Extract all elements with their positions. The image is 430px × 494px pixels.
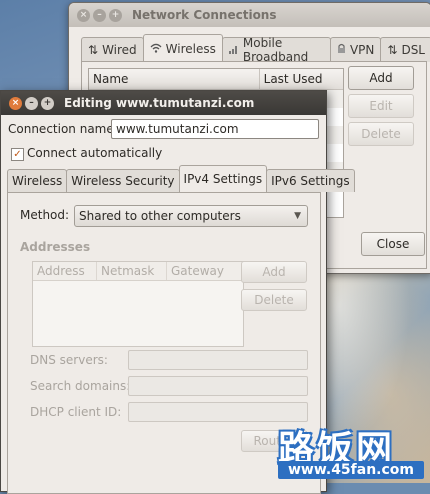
tab-wired[interactable]: ⇅ Wired xyxy=(81,37,144,62)
close-button[interactable]: Close xyxy=(361,232,425,256)
method-label: Method: xyxy=(20,208,70,222)
list-header: Name Last Used xyxy=(89,69,343,90)
tab-label: DSL xyxy=(401,43,425,57)
dsl-icon: ⇅ xyxy=(387,43,398,57)
dns-servers-label: DNS servers: xyxy=(30,353,108,367)
search-domains-field[interactable] xyxy=(128,376,308,396)
edit-connection-button[interactable]: Edit xyxy=(348,94,414,118)
site-watermark: 路饭网 www.45fan.com xyxy=(270,420,430,483)
tab-dsl[interactable]: ⇅ DSL xyxy=(380,37,430,62)
method-select[interactable]: Shared to other computers ▼ xyxy=(74,205,308,227)
column-gateway: Gateway xyxy=(171,264,225,278)
connect-automatically-label: Connect automatically xyxy=(27,146,163,160)
close-icon[interactable]: × xyxy=(9,96,22,110)
column-address: Address xyxy=(33,262,97,280)
addresses-table[interactable]: Address Netmask Gateway xyxy=(32,261,244,347)
column-name[interactable]: Name xyxy=(89,69,260,89)
tab-vpn[interactable]: VPN xyxy=(329,37,382,62)
tab-wireless-security[interactable]: Wireless Security xyxy=(66,169,180,192)
search-domains-label: Search domains: xyxy=(30,379,131,393)
window-title: Network Connections xyxy=(132,8,277,22)
column-last-used[interactable]: Last Used xyxy=(260,69,343,89)
tab-wireless[interactable]: Wireless xyxy=(142,34,223,62)
chevron-down-icon: ▼ xyxy=(294,211,301,221)
maximize-icon[interactable]: + xyxy=(109,8,122,22)
wifi-icon xyxy=(150,42,162,56)
add-connection-button[interactable]: Add xyxy=(348,66,414,90)
tab-label: Wired xyxy=(102,43,137,57)
tab-wireless[interactable]: Wireless xyxy=(7,169,68,192)
maximize-icon[interactable]: + xyxy=(41,96,54,110)
minimize-icon[interactable]: – xyxy=(93,8,106,22)
addresses-label: Addresses xyxy=(20,240,91,254)
method-value: Shared to other computers xyxy=(79,209,241,223)
tab-label: Wireless xyxy=(165,41,216,56)
delete-address-button[interactable]: Delete xyxy=(241,289,307,311)
editing-titlebar[interactable]: × – + Editing www.tumutanzi.com xyxy=(1,91,326,115)
close-icon[interactable]: × xyxy=(77,8,90,22)
wired-icon: ⇅ xyxy=(88,43,99,57)
settings-tabs: Wireless Wireless Security IPv4 Settings… xyxy=(7,165,355,192)
column-netmask: Netmask xyxy=(97,262,167,280)
addresses-header: Address Netmask Gateway xyxy=(33,262,243,281)
watermark-url: www.45fan.com xyxy=(278,461,424,479)
connection-name-label: Connection name: xyxy=(8,122,118,136)
connection-name-field[interactable]: www.tumutanzi.com xyxy=(111,119,319,139)
tab-mobile-broadband[interactable]: Mobile Broadband xyxy=(221,36,331,64)
signal-bars-icon xyxy=(228,43,239,57)
tab-ipv4-settings[interactable]: IPv4 Settings xyxy=(178,165,268,192)
delete-connection-button[interactable]: Delete xyxy=(348,122,414,146)
dhcp-client-id-field[interactable] xyxy=(128,402,308,422)
connection-type-tabs: ⇅ Wired Wireless Mobile Broadband VPN ⇅ … xyxy=(81,34,430,64)
connect-automatically-checkbox[interactable]: ✓ xyxy=(11,148,24,161)
lock-icon xyxy=(337,43,346,57)
tab-label: VPN xyxy=(349,43,375,57)
add-address-button[interactable]: Add xyxy=(241,261,307,283)
dns-servers-field[interactable] xyxy=(128,350,308,370)
tab-label: Mobile Broadband xyxy=(242,36,309,64)
tab-ipv6-settings[interactable]: IPv6 Settings xyxy=(266,169,355,192)
dhcp-client-id-label: DHCP client ID: xyxy=(30,405,122,419)
dialog-title: Editing www.tumutanzi.com xyxy=(64,96,255,110)
minimize-icon[interactable]: – xyxy=(25,96,38,110)
network-connections-titlebar[interactable]: × – + Network Connections xyxy=(69,3,430,27)
